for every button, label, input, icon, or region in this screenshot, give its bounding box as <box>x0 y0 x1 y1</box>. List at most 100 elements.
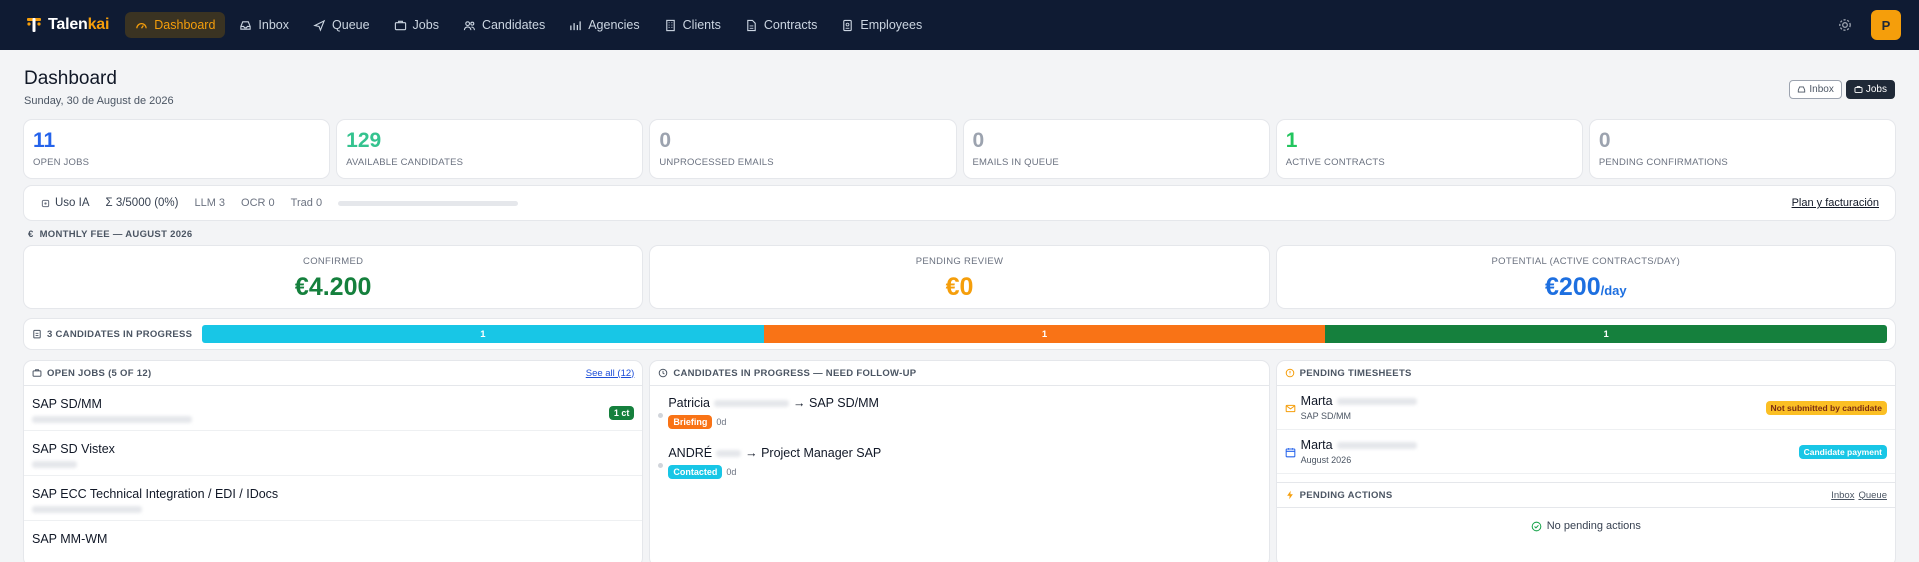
ai-usage-bar: Uso IA Σ 3/5000 (0%) LLM 3 OCR 0 Trad 0 … <box>24 186 1895 220</box>
pending-actions-section: PENDING ACTIONS Inbox Queue No pending a… <box>1276 482 1895 532</box>
stat-emails-in-queue[interactable]: 0 EMAILS IN QUEUE <box>963 120 1269 178</box>
see-all-link[interactable]: See all (12) <box>586 368 635 379</box>
inbox-link[interactable]: Inbox <box>1831 490 1854 501</box>
list-item[interactable]: SAP ECC Technical Integration / EDI / ID… <box>24 476 643 521</box>
status-badge: Not submitted by candidate <box>1765 401 1887 415</box>
fee-value: €200 <box>1545 273 1601 301</box>
ai-usage-progress <box>338 200 519 206</box>
fee-unit: /day <box>1600 283 1627 298</box>
nav-inbox[interactable]: Inbox <box>229 12 299 38</box>
stat-pending-confirmations[interactable]: 0 PENDING CONFIRMATIONS <box>1589 120 1896 178</box>
ai-usage-title: Uso IA <box>40 197 90 209</box>
open-jobs-panel: OPEN JOBS (5 OF 12) See all (12) SAP SD/… <box>24 361 643 562</box>
gauge-icon <box>136 22 148 29</box>
building-icon <box>665 19 675 31</box>
stat-label: ACTIVE CONTRACTS <box>1285 157 1385 168</box>
nav-agencies[interactable]: Agencies <box>559 12 649 38</box>
timesheet-sub: August 2026 <box>1300 455 1352 465</box>
redacted-text <box>32 416 192 423</box>
timesheet-name: Marta <box>1300 438 1333 452</box>
list-item[interactable]: Marta SAP SD/MM Not submitted by candida… <box>1276 386 1895 430</box>
redacted-text <box>714 399 790 407</box>
inbox-button[interactable]: Inbox <box>1789 80 1842 99</box>
ai-usage-total: Σ 3/5000 (0%) <box>105 197 179 209</box>
candidate-meta: Contacted 0d <box>668 465 1260 479</box>
nav-contracts[interactable]: Contracts <box>735 12 828 38</box>
file-icon <box>747 19 756 31</box>
top-navbar: Talenkai Dashboard Inbox Queue Jobs Cand… <box>0 0 1919 50</box>
page-date: Sunday, 30 de August de 2026 <box>24 95 174 107</box>
brand-logo[interactable]: Talenkai <box>24 15 109 35</box>
timesheet-name: Marta <box>1300 394 1333 408</box>
jobs-button[interactable]: Jobs <box>1845 80 1895 99</box>
timesheet-name-line: Marta <box>1301 394 1417 408</box>
status-badge: Contacted <box>668 465 723 479</box>
stat-value: 0 <box>1598 129 1611 152</box>
list-item[interactable]: SAP SD Vistex <box>24 431 643 476</box>
list-item[interactable]: Patricia → SAP SD/MM Briefing 0d <box>650 386 1268 436</box>
stat-value: 11 <box>33 129 56 152</box>
status-badge: Briefing <box>668 415 713 429</box>
list-item[interactable]: Marta August 2026 Candidate payment <box>1276 430 1895 474</box>
list-item[interactable]: SAP SD/MM 1 ct <box>24 386 643 431</box>
panel-header: CANDIDATES IN PROGRESS — NEED FOLLOW-UP <box>650 361 1269 386</box>
candidate-job: → SAP SD/MM <box>793 396 879 410</box>
nav-clients[interactable]: Clients <box>654 12 731 38</box>
nav-employees[interactable]: Employees <box>831 12 932 38</box>
stat-value: 129 <box>346 129 382 152</box>
redacted-text <box>1336 397 1417 405</box>
stat-value: 1 <box>1285 129 1298 152</box>
progress-segment[interactable]: 1 <box>1325 325 1887 343</box>
fee-potential: POTENTIAL (ACTIVE CONTRACTS/DAY) €200/da… <box>1276 246 1895 308</box>
candidate-line: Patricia → SAP SD/MM <box>668 396 1260 410</box>
stat-value: 0 <box>659 129 672 152</box>
billing-link[interactable]: Plan y facturación <box>1792 197 1879 209</box>
status-badge: Candidate payment <box>1798 445 1887 459</box>
clock-icon <box>659 368 668 378</box>
list-item[interactable]: ANDRÉ → Project Manager SAP Contacted 0d <box>650 436 1268 486</box>
page-title: Dashboard <box>24 68 117 89</box>
header-actions: Inbox Jobs <box>1789 80 1895 99</box>
euro-icon: € <box>28 229 34 240</box>
stat-label: UNPROCESSED EMAILS <box>659 157 774 168</box>
nav-queue[interactable]: Queue <box>303 12 380 38</box>
nav-contracts-label: Contracts <box>763 18 818 32</box>
nav-dashboard[interactable]: Dashboard <box>125 12 226 38</box>
fee-label: CONFIRMED <box>303 256 364 267</box>
panel-header: OPEN JOBS (5 OF 12) See all (12) <box>24 361 643 386</box>
briefcase-icon <box>1854 86 1863 93</box>
clipboard-icon <box>33 329 41 339</box>
users-icon <box>463 20 475 30</box>
logo-icon <box>27 18 41 32</box>
fee-label: PENDING REVIEW <box>915 256 1004 267</box>
gear-icon[interactable] <box>1837 17 1853 33</box>
chart-icon <box>570 20 581 30</box>
check-circle-icon <box>1531 521 1542 531</box>
ai-usage-llm: LLM 3 <box>194 197 226 209</box>
candidate-name: ANDRÉ <box>668 446 713 460</box>
nav-jobs[interactable]: Jobs <box>384 12 449 38</box>
timesheets-panel: PENDING TIMESHEETS Marta SAP SD/MM Not s… <box>1276 361 1895 562</box>
progress-segment[interactable]: 1 <box>763 325 1326 343</box>
panel-title: CANDIDATES IN PROGRESS — NEED FOLLOW-UP <box>673 367 917 379</box>
nav-candidates[interactable]: Candidates <box>453 12 555 38</box>
status-dot <box>658 413 664 418</box>
candidate-meta: Briefing 0d <box>668 415 1260 429</box>
inbox-button-label: Inbox <box>1809 84 1834 95</box>
queue-link[interactable]: Queue <box>1858 490 1887 501</box>
lightning-icon <box>1286 490 1293 500</box>
badge-icon <box>843 19 853 31</box>
avatar[interactable]: P <box>1871 10 1901 40</box>
fee-label: POTENTIAL (ACTIVE CONTRACTS/DAY) <box>1491 256 1681 267</box>
alert-circle-icon <box>1285 368 1294 378</box>
stat-open-jobs[interactable]: 11 OPEN JOBS <box>24 120 330 178</box>
stat-active-contracts[interactable]: 1 ACTIVE CONTRACTS <box>1276 120 1582 178</box>
days-count: 0d <box>726 467 737 477</box>
stat-unprocessed-emails[interactable]: 0 UNPROCESSED EMAILS <box>650 120 956 178</box>
panel-title: PENDING ACTIONS <box>1299 489 1393 501</box>
list-item[interactable]: SAP MM-WM <box>24 521 642 562</box>
job-title: SAP SD Vistex <box>32 442 115 456</box>
candidate-name: Patricia <box>668 396 711 410</box>
stat-available-candidates[interactable]: 129 AVAILABLE CANDIDATES <box>337 120 643 178</box>
progress-segment[interactable]: 1 <box>202 325 764 343</box>
